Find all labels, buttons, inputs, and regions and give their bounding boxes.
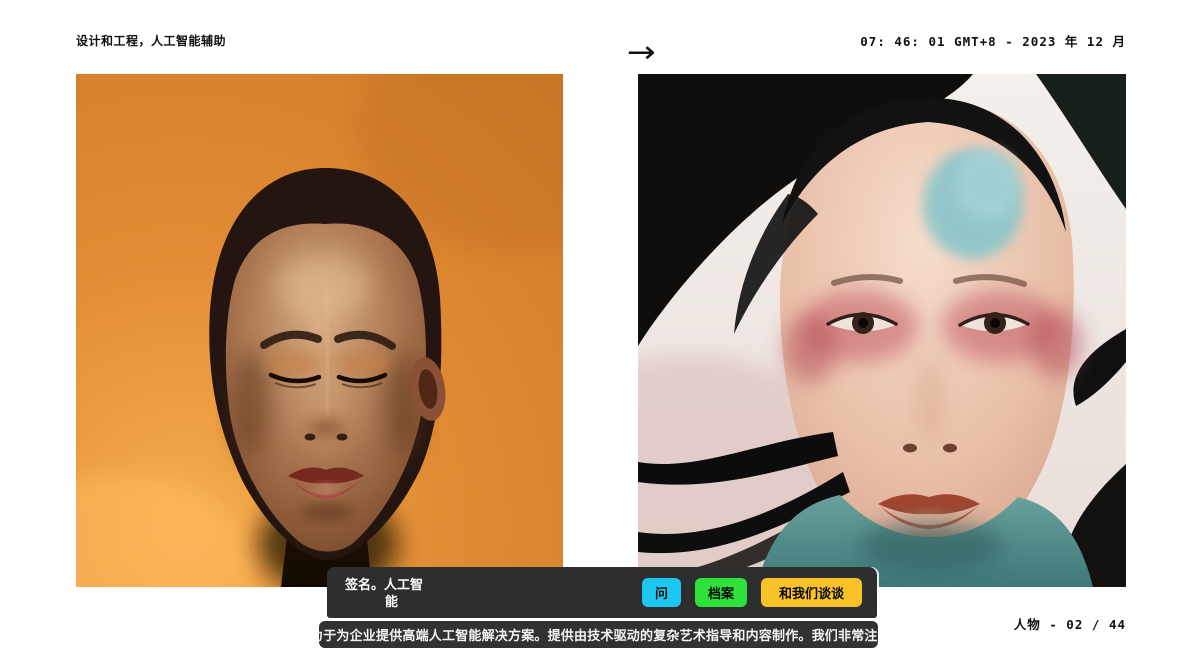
page-tagline: 设计和工程，人工智能辅助 [76, 32, 226, 49]
left-photo-illustration [76, 74, 563, 587]
signature-panel: 签名。人工智 能 问 档案 和我们谈谈 [327, 567, 877, 618]
talk-to-us-button[interactable]: 和我们谈谈 [761, 578, 862, 607]
archive-button[interactable]: 档案 [695, 578, 747, 607]
marquee-strip: 力于为企业提供高端人工智能解决方案。提供由技术驱动的复杂艺术指导和内容制作。我们… [319, 621, 878, 648]
signature-text: 签名。人工智 能 [327, 575, 423, 611]
clock-timestamp: 07: 46: 01 GMT+8 - 2023 年 12 月 [860, 31, 1126, 50]
right-photo [638, 74, 1126, 587]
ask-button[interactable]: 问 [642, 578, 681, 607]
left-photo [76, 74, 563, 587]
marquee-text: 力于为企业提供高端人工智能解决方案。提供由技术驱动的复杂艺术指导和内容制作。我们… [319, 625, 878, 644]
panel-button-row: 问 档案 和我们谈谈 [642, 578, 862, 607]
right-photo-illustration [638, 74, 1126, 587]
signature-line2: 能 [345, 594, 423, 611]
gallery-counter: 人物 - 02 / 44 [1014, 614, 1126, 633]
next-arrow-icon[interactable]: → [627, 38, 656, 68]
signature-line1: 签名。人工智 [345, 577, 423, 594]
